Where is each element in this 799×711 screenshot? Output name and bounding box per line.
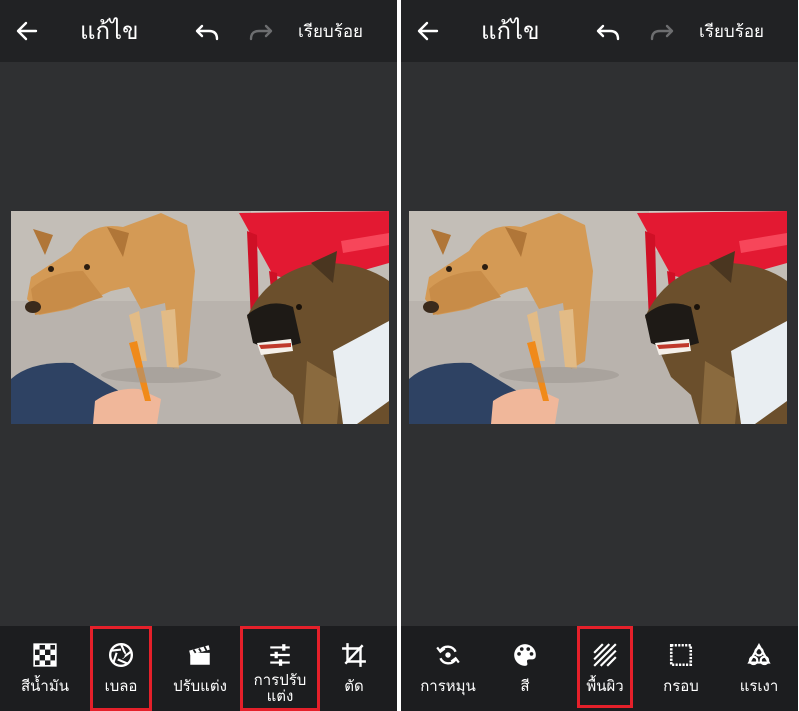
sliders-icon: [270, 644, 290, 666]
tool-crop[interactable]: ตัด: [326, 626, 382, 711]
tool-label: เบลอ: [104, 677, 138, 695]
tool-bar: การหมุน สี พื้นผิว กรอบ แรเงา: [401, 626, 798, 711]
tool-label: ปรับแต่ง: [173, 677, 227, 695]
crop-icon: [342, 643, 366, 667]
tool-label: สี: [520, 677, 530, 695]
tool-oil-paint[interactable]: สีน้ำมัน: [14, 626, 76, 711]
redo-icon: [650, 24, 674, 41]
photo-preview: [11, 211, 389, 424]
tool-texture[interactable]: พื้นผิว: [579, 626, 631, 711]
aperture-icon: [108, 642, 134, 668]
page-title: แก้ไข: [80, 17, 139, 45]
frame-icon: [669, 643, 693, 667]
checker-icon: [33, 643, 57, 667]
tool-label: กรอบ: [663, 677, 699, 695]
done-button[interactable]: เรียบร้อย: [699, 20, 764, 44]
texture-icon: [593, 643, 617, 667]
tool-label: การปรับแต่ง: [253, 671, 307, 705]
tool-vignette[interactable]: แรเงา: [733, 626, 785, 711]
arrow-left-icon[interactable]: [415, 18, 441, 44]
rotate-icon: [436, 645, 460, 665]
tool-label: ตัด: [344, 677, 364, 695]
top-bar: แก้ไข เรียบร้อย: [0, 0, 397, 62]
left-editor-screen: แก้ไข เรียบร้อย ı: [0, 0, 397, 711]
tool-label: สีน้ำมัน: [21, 677, 69, 695]
clapper-icon: [189, 645, 210, 665]
tool-blur[interactable]: เบลอ: [90, 626, 152, 711]
tool-rotate[interactable]: การหมุน: [413, 626, 483, 711]
done-button[interactable]: เรียบร้อย: [298, 20, 363, 44]
tool-label: พื้นผิว: [586, 677, 624, 695]
undo-icon[interactable]: [595, 20, 621, 44]
tool-adjust[interactable]: ปรับแต่ง: [166, 626, 234, 711]
vignette-icon: [747, 643, 771, 666]
tool-label: แรเงา: [739, 677, 779, 695]
palette-icon: [514, 644, 536, 666]
arrow-left-icon[interactable]: [14, 18, 40, 44]
redo-icon: [249, 24, 273, 41]
tool-partial[interactable]: ı: [0, 626, 6, 711]
tool-frame[interactable]: กรอบ: [655, 626, 707, 711]
right-editor-screen: แก้ไข เรียบร้อย การหมุน สี พื้นผิว กรอบ …: [401, 0, 798, 711]
undo-icon[interactable]: [194, 20, 220, 44]
page-title: แก้ไข: [481, 17, 540, 45]
tool-label: การหมุน: [420, 677, 476, 695]
tool-tune[interactable]: การปรับแต่ง: [242, 626, 318, 711]
photo-preview: [409, 211, 787, 424]
tool-color[interactable]: สี: [505, 626, 545, 711]
top-bar: แก้ไข เรียบร้อย: [401, 0, 798, 62]
tool-bar: ı สีน้ำมัน: [0, 626, 397, 711]
